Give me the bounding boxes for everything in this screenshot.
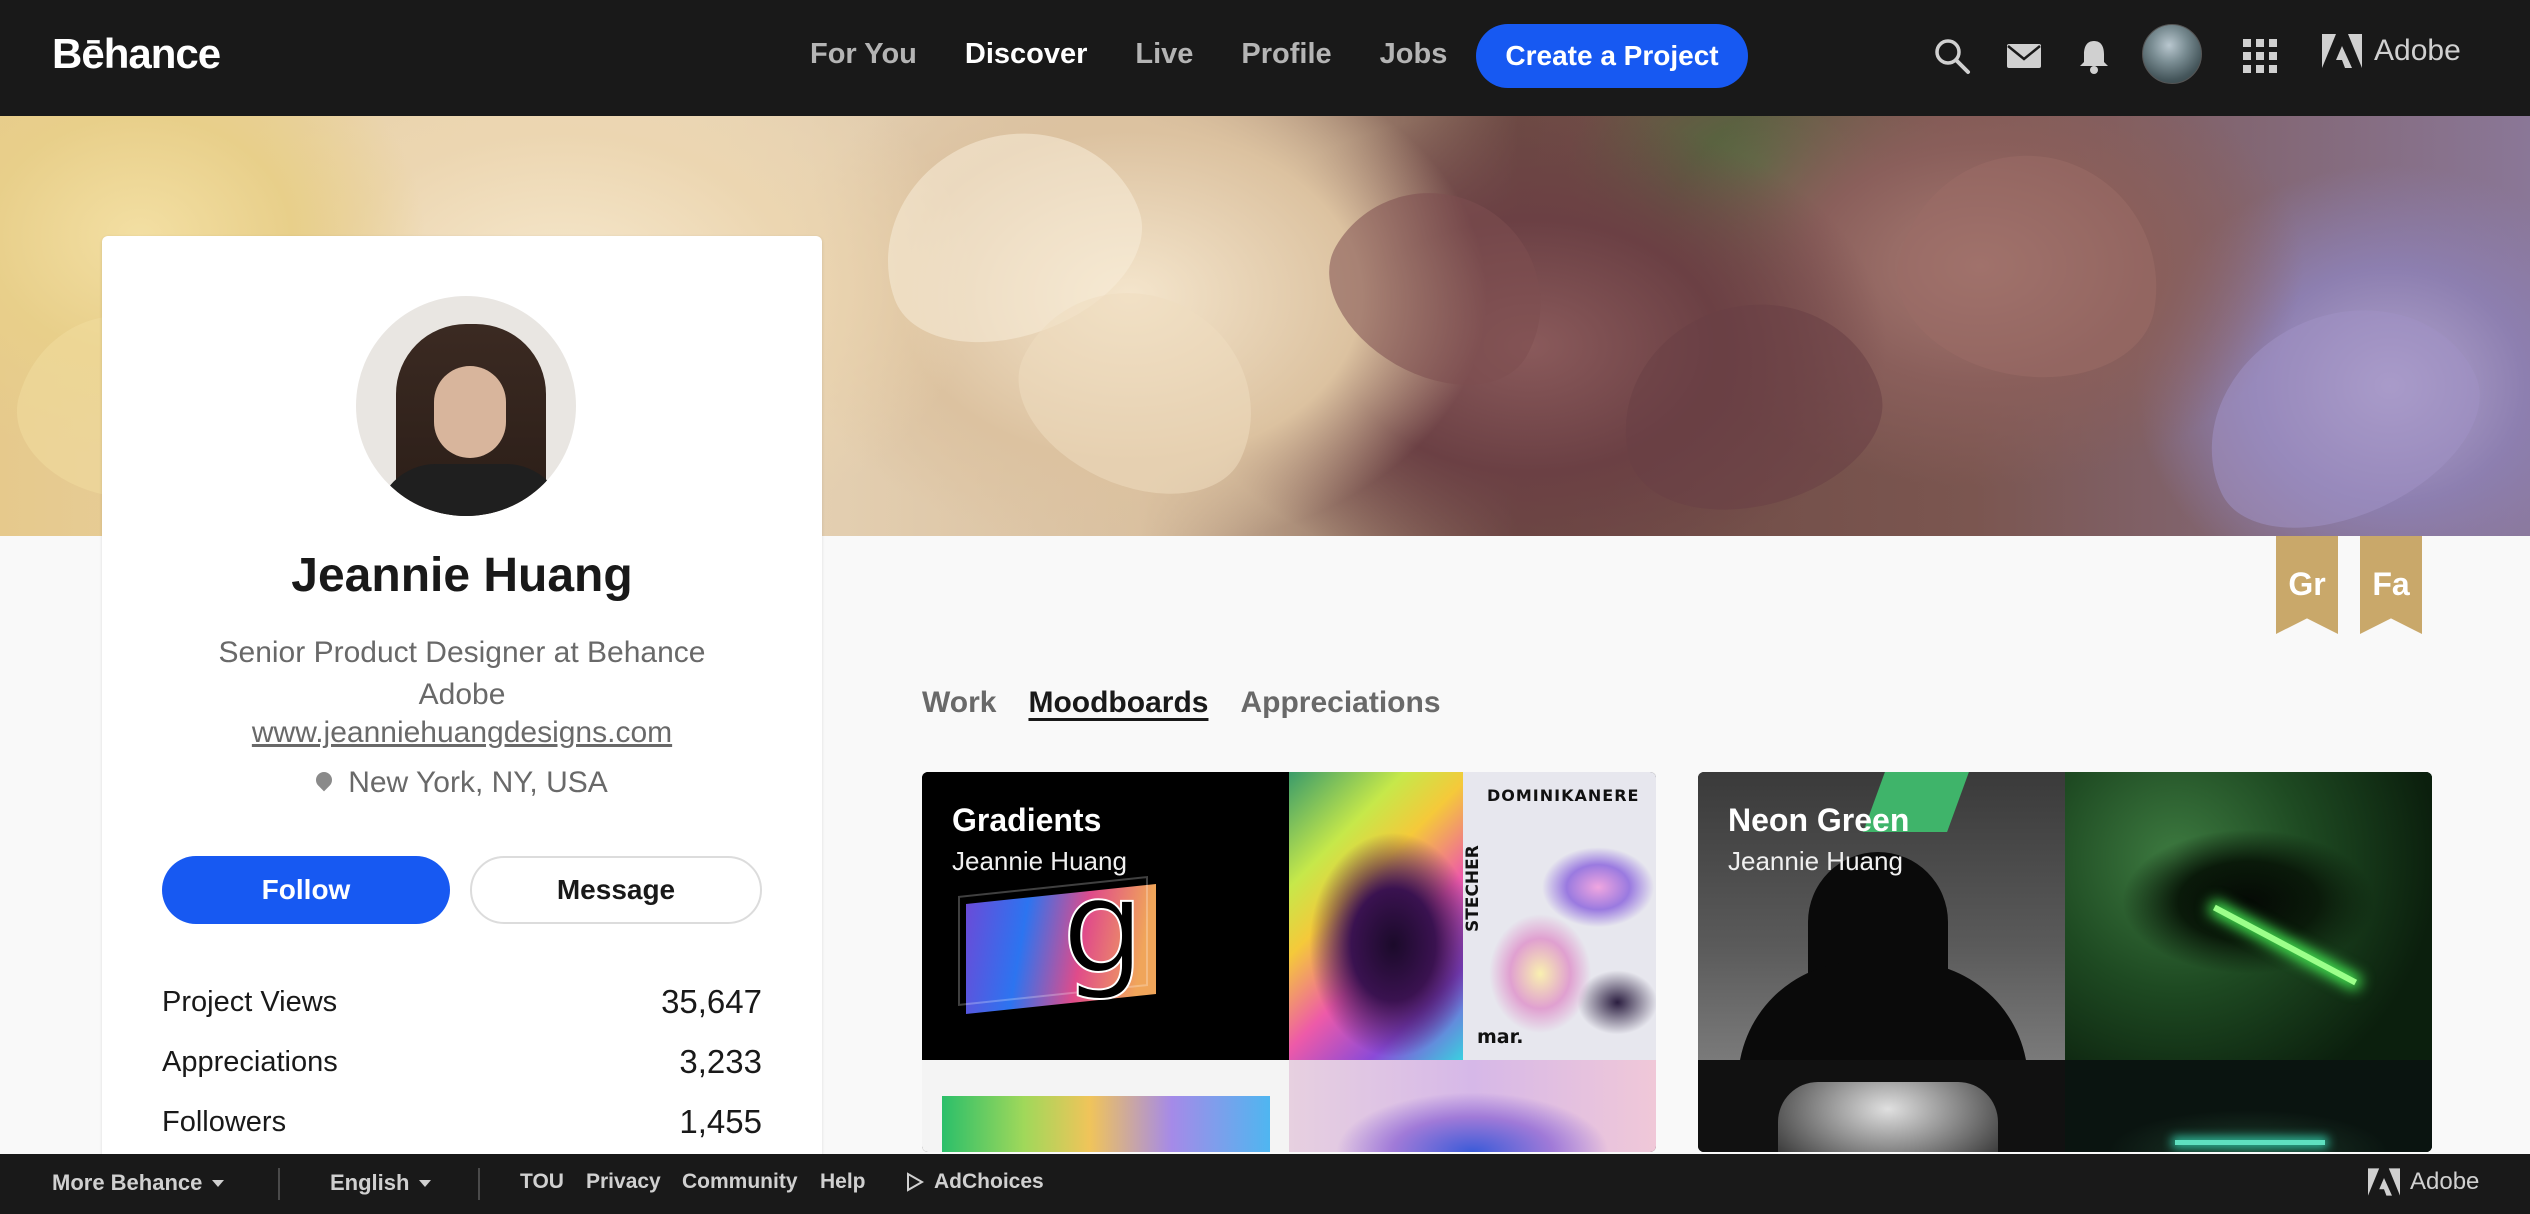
footer-link-help[interactable]: Help — [820, 1170, 866, 1194]
bell-icon[interactable] — [2074, 36, 2114, 76]
footer-adobe-link[interactable]: Adobe — [2368, 1168, 2479, 1196]
profile-avatar — [356, 296, 576, 516]
chevron-down-icon — [212, 1180, 225, 1187]
adobe-icon — [2368, 1168, 2400, 1196]
moodboard-tile-poster: DOMINIKANERE STECHER mar. — [1463, 772, 1656, 1060]
top-navigation: Bēhance For You Discover Live Profile Jo… — [0, 0, 2530, 116]
moodboard-title: Neon Green — [1728, 802, 1910, 838]
main-nav-links: For You Discover Live Profile Jobs — [810, 38, 1447, 71]
poster-text-bottom: mar. — [1477, 1026, 1524, 1048]
badge-fa[interactable]: Fa — [2360, 536, 2422, 634]
poster-text-top: DOMINIKANERE — [1487, 786, 1640, 805]
nav-link-discover[interactable]: Discover — [965, 38, 1088, 71]
user-avatar[interactable] — [2142, 24, 2202, 84]
create-project-button[interactable]: Create a Project — [1476, 24, 1748, 88]
moodboard-card-neon-green[interactable]: Neon Green Jeannie Huang — [1698, 772, 2432, 1152]
footer-link-tou[interactable]: TOU — [520, 1170, 564, 1194]
poster-text-vertical: STECHER — [1463, 845, 1483, 932]
nav-link-for-you[interactable]: For You — [810, 38, 917, 71]
follow-button[interactable]: Follow — [162, 856, 450, 924]
moodboard-tile — [2065, 772, 2432, 1060]
neon-line-art — [2212, 904, 2358, 986]
profile-location-text: New York, NY, USA — [348, 766, 608, 799]
behance-logo[interactable]: Bēhance — [52, 30, 221, 78]
footer-divider — [478, 1168, 480, 1200]
banner-petal — [1882, 135, 2178, 397]
banner-petal — [2170, 266, 2510, 536]
letter-g-art: g — [1061, 851, 1146, 1003]
banner-petal — [1598, 275, 1902, 536]
location-pin-icon — [312, 768, 336, 792]
language-dropdown[interactable]: English — [330, 1170, 432, 1196]
search-icon[interactable] — [1932, 36, 1972, 76]
footer-adobe-label: Adobe — [2410, 1168, 2480, 1195]
message-button[interactable]: Message — [470, 856, 762, 924]
moodboard-tile — [922, 1060, 1289, 1152]
moodboard-title: Gradients — [952, 802, 1102, 838]
moodboard-tile — [2065, 1060, 2432, 1152]
footer-link-privacy[interactable]: Privacy — [586, 1170, 661, 1194]
stat-label: Project Views — [162, 985, 338, 1018]
stat-label: Appreciations — [162, 1045, 338, 1078]
profile-location: New York, NY, USA — [102, 766, 822, 800]
adobe-icon — [2322, 34, 2362, 68]
tab-moodboards[interactable]: Moodboards — [1028, 686, 1208, 720]
more-behance-label: More Behance — [52, 1170, 203, 1195]
banner-petal — [1299, 153, 1581, 419]
stat-row-appreciations: Appreciations 3,233 — [162, 1032, 762, 1092]
footer-link-community[interactable]: Community — [682, 1170, 798, 1194]
profile-tabs: Work Moodboards Appreciations — [922, 686, 1441, 720]
stat-value: 1,455 — [679, 1103, 762, 1140]
moodboard-tile — [1289, 772, 1463, 1060]
footer-divider — [278, 1168, 280, 1200]
nav-link-live[interactable]: Live — [1135, 38, 1193, 71]
profile-occupation: Senior Product Designer at Behance Adobe — [218, 636, 706, 711]
more-behance-dropdown[interactable]: More Behance — [52, 1170, 225, 1196]
silhouette-body-art — [1738, 962, 2028, 1060]
nav-link-jobs[interactable]: Jobs — [1380, 38, 1448, 71]
chevron-down-icon — [419, 1180, 432, 1187]
moodboard-card-gradients[interactable]: g DOMINIKANERE STECHER mar. Gradients Je… — [922, 772, 1656, 1152]
stat-value: 3,233 — [679, 1043, 762, 1080]
adobe-link[interactable]: Adobe — [2322, 34, 2461, 68]
moodboard-owner: Jeannie Huang — [952, 846, 1127, 876]
nav-link-profile[interactable]: Profile — [1241, 38, 1331, 71]
stat-label: Followers — [162, 1105, 287, 1138]
footer: More Behance English TOU Privacy Communi… — [0, 1154, 2530, 1214]
profile-name: Jeannie Huang — [291, 549, 633, 602]
metallic-object-art — [1778, 1082, 1998, 1152]
badge-gr[interactable]: Gr — [2276, 536, 2338, 634]
profile-card: Jeannie Huang Senior Product Designer at… — [102, 236, 822, 1214]
moodboard-owner: Jeannie Huang — [1728, 846, 1903, 876]
stat-row-project-views: Project Views 35,647 — [162, 972, 762, 1032]
apps-grid-icon[interactable] — [2240, 36, 2280, 76]
moodboard-tile — [1698, 1060, 2065, 1152]
adchoices-link[interactable]: AdChoices — [906, 1170, 1044, 1194]
adchoices-icon — [907, 1172, 924, 1192]
stat-row-followers[interactable]: Followers 1,455 — [162, 1092, 762, 1152]
adobe-label: Adobe — [2374, 34, 2461, 67]
profile-website-link[interactable]: www.jeanniehuangdesigns.com — [102, 716, 822, 750]
tab-work[interactable]: Work — [922, 686, 996, 720]
stat-value: 35,647 — [661, 983, 762, 1020]
mail-icon[interactable] — [2004, 36, 2044, 76]
avatar-face — [434, 366, 506, 458]
adchoices-label: AdChoices — [934, 1170, 1044, 1193]
tab-appreciations[interactable]: Appreciations — [1240, 686, 1440, 720]
moodboard-tile — [1289, 1060, 1656, 1152]
neon-line-art — [2175, 1140, 2325, 1145]
language-label: English — [330, 1170, 410, 1195]
gradient-swatch-art — [942, 1096, 1270, 1152]
profile-stats: Project Views 35,647 Appreciations 3,233… — [162, 972, 762, 1152]
